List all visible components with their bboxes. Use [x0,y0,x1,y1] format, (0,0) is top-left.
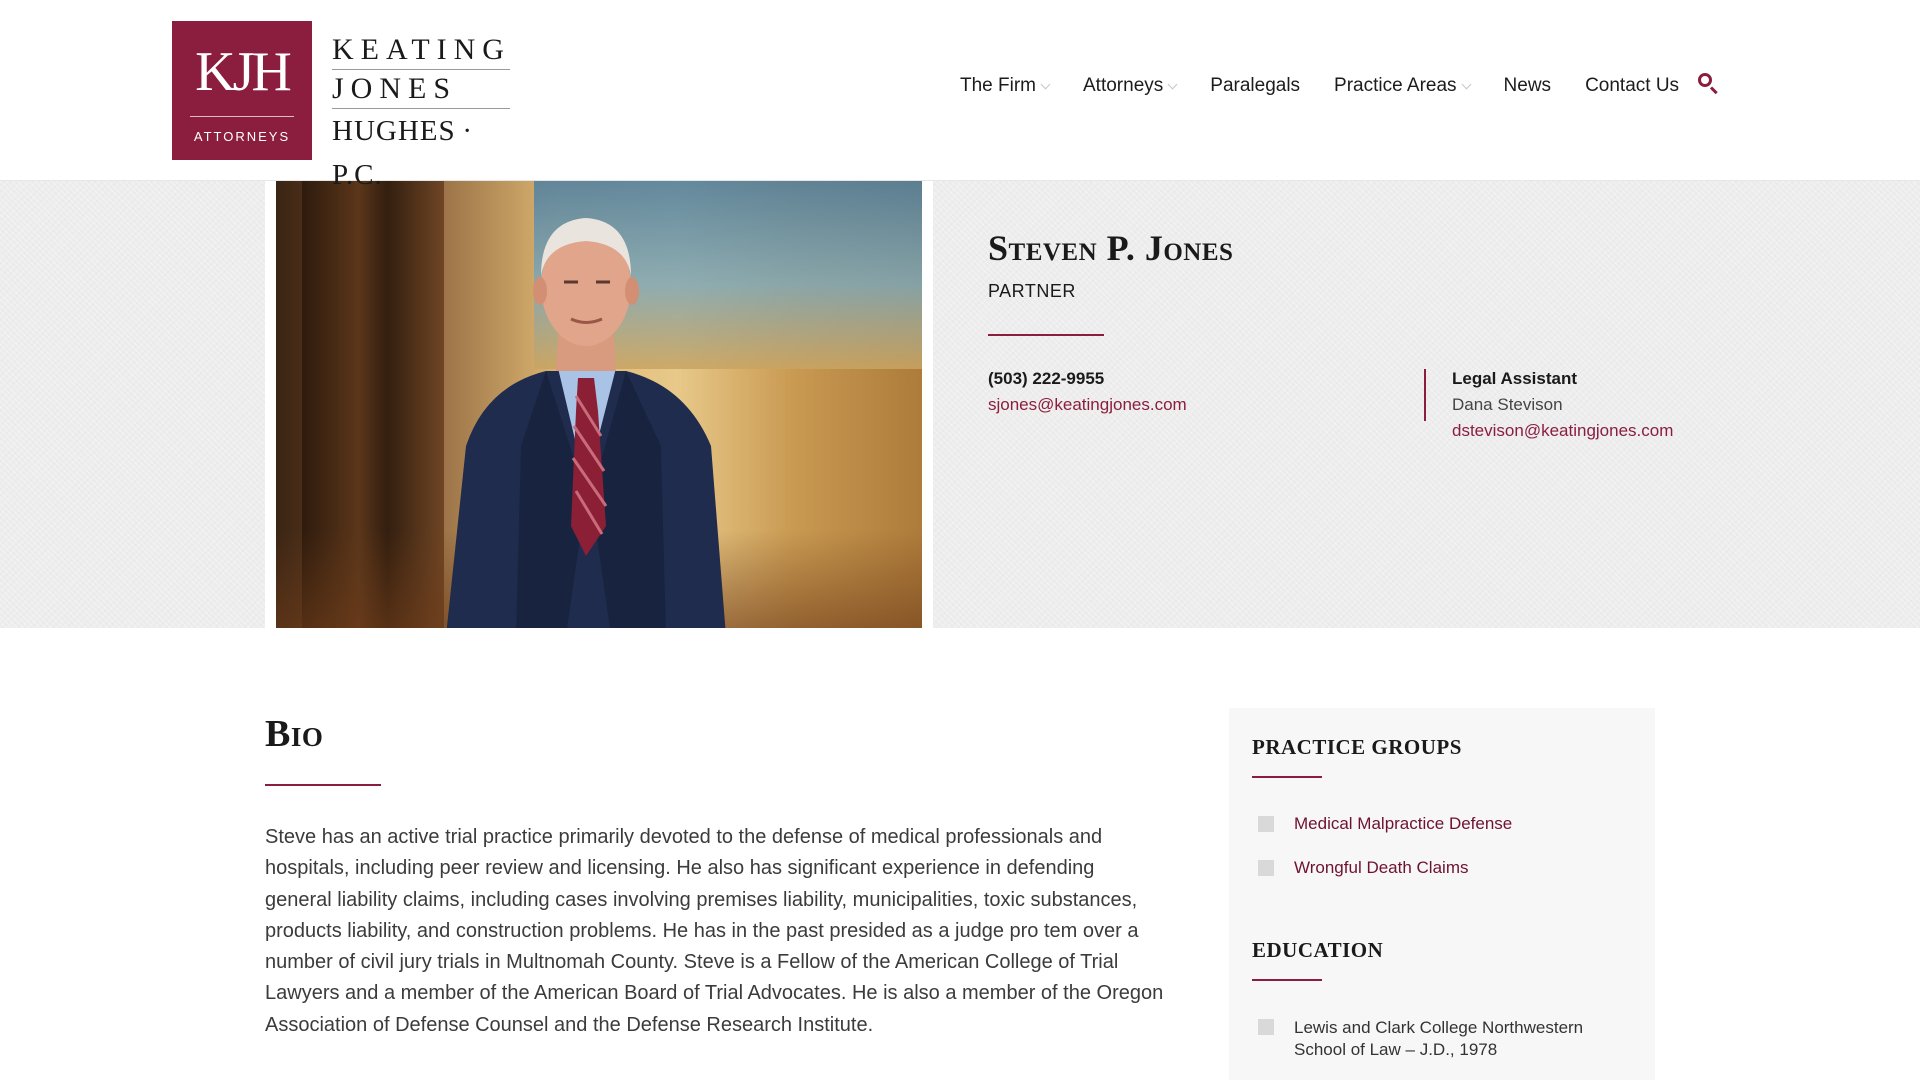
attorney-name: Steven P. Jones [988,228,1234,268]
search-lens [1698,73,1713,87]
nav-item-label: The Firm [960,75,1036,96]
list-item: Medical Malpractice Defense [1252,814,1632,834]
nav-item-attorneys[interactable]: Attorneys [1083,75,1178,97]
accent-divider [988,334,1104,336]
accent-divider [1252,979,1322,981]
profile-hero: Steven P. Jones PARTNER (503) 222-9955 s… [0,181,1920,628]
chevron-down-icon [1167,79,1178,90]
attorney-portrait [446,218,726,628]
nav-item-label: News [1503,75,1552,96]
logo-badge: KJH ATTORNEYS [172,21,312,160]
practice-groups-heading: PRACTICE GROUPS [1252,735,1462,759]
attorney-photo [265,181,933,628]
bio-text: Steve has an active trial practice prima… [265,826,1164,1036]
profile-sidebar: PRACTICE GROUPS Medical Malpractice Defe… [1229,708,1655,1080]
assistant-email-link[interactable]: dstevison@keatingjones.com [1452,421,1673,441]
nav-item-practice-areas[interactable]: Practice Areas [1334,75,1471,97]
chevron-down-icon [1461,79,1471,90]
practice-group-link[interactable]: Medical Malpractice Defense [1294,814,1512,834]
bio-heading: Bio [265,713,324,755]
nav-item-label: Contact Us [1585,75,1680,96]
site-header: KJH ATTORNEYS KEATING JONES HUGHES · P.C… [0,0,1920,191]
education-heading: EDUCATION [1252,938,1384,962]
chevron-down-icon [1040,79,1051,90]
education-entry: Lewis and Clark College Northwestern Sch… [1294,1018,1584,1059]
square-bullet-icon [1258,860,1274,876]
profile-info: Steven P. Jones PARTNER (503) 222-9955 s… [988,227,1748,440]
logo-line-1: KEATING [332,31,510,70]
list-item: Lewis and Clark College Northwestern Sch… [1252,1017,1632,1061]
attorney-title: PARTNER [988,281,1076,301]
nav-item-news[interactable]: News [1504,75,1552,97]
assistant-name: Dana Stevison [1452,395,1563,414]
search-icon[interactable] [1697,72,1719,95]
contact-block: (503) 222-9955 sjones@keatingjones.com L… [988,369,1748,440]
assistant-label: Legal Assistant [1452,369,1578,388]
firm-logo[interactable]: KJH ATTORNEYS KEATING JONES HUGHES · P.C… [172,21,510,197]
nav-item-label: Attorneys [1083,75,1164,96]
attorney-contact: (503) 222-9955 sjones@keatingjones.com [988,369,1424,421]
logo-subtitle: ATTORNEYS [193,128,291,144]
square-bullet-icon [1258,1019,1274,1035]
logo-line-3: HUGHES · P.C. [332,115,480,191]
nav-item-paralegals[interactable]: Paralegals [1210,75,1300,97]
search-handle [1709,86,1718,95]
main-nav: The Firm Attorneys Paralegals Practice A… [960,72,1719,97]
square-bullet-icon [1258,816,1274,832]
bio-section: Bio Steve has an active trial practice p… [265,712,1165,1041]
accent-divider [1252,776,1322,778]
logo-wordmark: KEATING JONES HUGHES · P.C. [332,21,510,197]
attorney-email-link[interactable]: sjones@keatingjones.com [988,395,1424,415]
list-item: Wrongful Death Claims [1252,858,1632,878]
logo-line-2: JONES [332,70,510,109]
photo-background [276,181,922,628]
phone-number[interactable]: (503) 222-9955 [988,369,1424,389]
accent-divider [265,784,381,786]
practice-groups-list: Medical Malpractice Defense Wrongful Dea… [1252,814,1632,878]
assistant-contact: Legal Assistant Dana Stevison dstevison@… [1424,369,1673,440]
education-list: Lewis and Clark College Northwestern Sch… [1252,1017,1632,1061]
nav-item-contact-us[interactable]: Contact Us [1585,75,1679,97]
nav-item-label: Paralegals [1210,75,1301,96]
logo-divider [190,115,294,117]
nav-item-the-firm[interactable]: The Firm [960,75,1051,97]
practice-group-link[interactable]: Wrongful Death Claims [1294,858,1468,878]
logo-mark: KJH [195,40,292,103]
nav-item-label: Practice Areas [1334,75,1457,96]
